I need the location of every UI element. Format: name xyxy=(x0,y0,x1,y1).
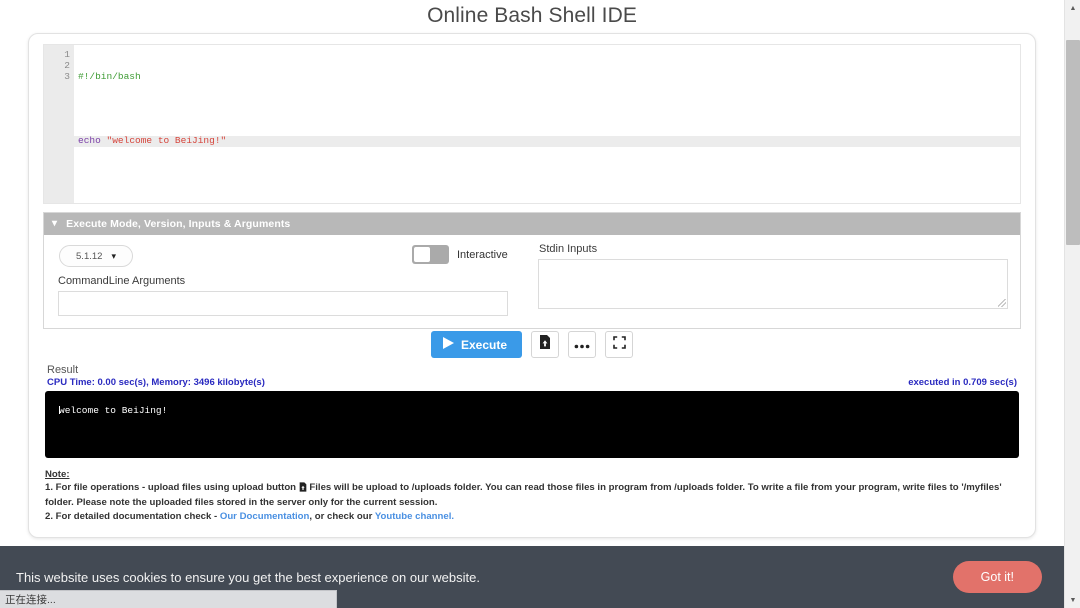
interactive-toggle-wrap[interactable]: Interactive xyxy=(412,245,508,264)
execute-options-left-column: 5.1.12 ▾ Interactive CommandLine Argumen… xyxy=(56,243,528,316)
execute-button-label: Execute xyxy=(460,337,508,352)
output-console[interactable]: welcome to BeiJing! xyxy=(45,391,1019,458)
cookie-accept-button[interactable]: Got it! xyxy=(952,561,1042,593)
chevron-down-icon: ▾ xyxy=(52,218,58,229)
cpu-memory-meta: CPU Time: 0.00 sec(s), Memory: 3496 kilo… xyxy=(47,377,265,388)
cookie-consent-message: This website uses cookies to ensure you … xyxy=(16,569,480,585)
browser-status-bar: 正在连接... xyxy=(0,590,337,608)
result-title: Result xyxy=(47,364,79,376)
code-line-1: #!/bin/bash xyxy=(78,70,1020,83)
note-section: Note: 1. For file operations - upload fi… xyxy=(43,468,1021,523)
editor-gutter: 1 2 3 xyxy=(44,45,74,203)
file-upload-icon xyxy=(299,482,307,496)
youtube-channel-link[interactable]: Youtube channel. xyxy=(375,511,454,522)
stdin-inputs-box[interactable] xyxy=(538,259,1008,309)
note-line2-prefix: 2. For detailed documentation check - xyxy=(45,510,220,522)
ide-card: 1 2 3 #!/bin/bash echo "welcome to BeiJi… xyxy=(28,33,1036,538)
console-output-text: welcome to BeiJing! xyxy=(59,405,168,416)
note-heading: Note: xyxy=(45,469,70,480)
code-comment: #!/bin/bash xyxy=(78,70,141,82)
execute-options-header-label: Execute Mode, Version, Inputs & Argument… xyxy=(66,218,291,230)
version-and-toggle-row: 5.1.12 ▾ Interactive xyxy=(56,243,528,269)
execution-time-meta: executed in 0.709 sec(s) xyxy=(908,377,1017,388)
code-keyword: echo xyxy=(78,135,101,147)
version-select[interactable]: 5.1.12 ▾ xyxy=(59,245,133,267)
app-root: Online Bash Shell IDE 1 2 3 #!/bin/bash … xyxy=(0,0,1080,608)
note-line-2: 2. For detailed documentation check - Ou… xyxy=(45,510,1019,523)
version-select-value: 5.1.12 xyxy=(76,250,103,262)
execute-options-panel: ▾ Execute Mode, Version, Inputs & Argume… xyxy=(43,212,1021,329)
resize-grip-icon[interactable] xyxy=(998,299,1006,307)
execute-button[interactable]: Execute xyxy=(430,331,523,358)
cmdline-args-input[interactable] xyxy=(58,291,508,316)
execute-options-body: 5.1.12 ▾ Interactive CommandLine Argumen… xyxy=(44,235,1020,328)
ellipsis-icon xyxy=(574,336,590,354)
execute-options-right-column: Stdin Inputs xyxy=(538,243,1008,316)
code-line-3: echo "welcome to BeiJing!" xyxy=(74,135,1020,148)
note-line1-part-a: 1. For file operations - upload files us… xyxy=(45,482,297,494)
code-string: "welcome to BeiJing!" xyxy=(106,135,227,147)
file-upload-icon xyxy=(539,335,551,354)
stdin-inputs-label: Stdin Inputs xyxy=(539,243,598,255)
editor-code-area[interactable]: #!/bin/bash echo "welcome to BeiJing!" xyxy=(74,45,1020,203)
execute-options-header[interactable]: ▾ Execute Mode, Version, Inputs & Argume… xyxy=(44,213,1020,235)
fullscreen-icon xyxy=(612,335,626,354)
code-editor[interactable]: 1 2 3 #!/bin/bash echo "welcome to BeiJi… xyxy=(43,44,1021,204)
interactive-toggle-label: Interactive xyxy=(457,248,508,261)
interactive-toggle[interactable] xyxy=(412,245,449,264)
line-number: 3 xyxy=(64,70,70,82)
our-documentation-link[interactable]: Our Documentation xyxy=(220,511,310,522)
note-line2-middle: , or check our xyxy=(309,510,375,522)
cmdline-args-label: CommandLine Arguments xyxy=(58,275,186,287)
line-number: 2 xyxy=(64,59,70,71)
more-options-button[interactable] xyxy=(568,331,597,358)
toggle-knob xyxy=(414,247,430,262)
play-icon xyxy=(442,337,454,352)
upload-file-button[interactable] xyxy=(531,331,560,358)
chevron-down-icon: ▾ xyxy=(111,250,116,261)
result-section: Result CPU Time: 0.00 sec(s), Memory: 34… xyxy=(43,364,1021,458)
action-button-row: Execute xyxy=(43,331,1021,362)
scrollbar-thumb[interactable] xyxy=(1066,40,1080,245)
scroll-up-arrow-icon[interactable]: ▲ xyxy=(1065,0,1080,16)
page-scrollbar[interactable]: ▲ ▼ xyxy=(1064,0,1080,608)
note-line-1: 1. For file operations - upload files us… xyxy=(45,481,1019,509)
fullscreen-button[interactable] xyxy=(605,331,634,358)
result-meta-row: CPU Time: 0.00 sec(s), Memory: 3496 kilo… xyxy=(45,377,1019,388)
scroll-down-arrow-icon[interactable]: ▼ xyxy=(1065,592,1080,608)
page-title: Online Bash Shell IDE xyxy=(427,4,637,27)
